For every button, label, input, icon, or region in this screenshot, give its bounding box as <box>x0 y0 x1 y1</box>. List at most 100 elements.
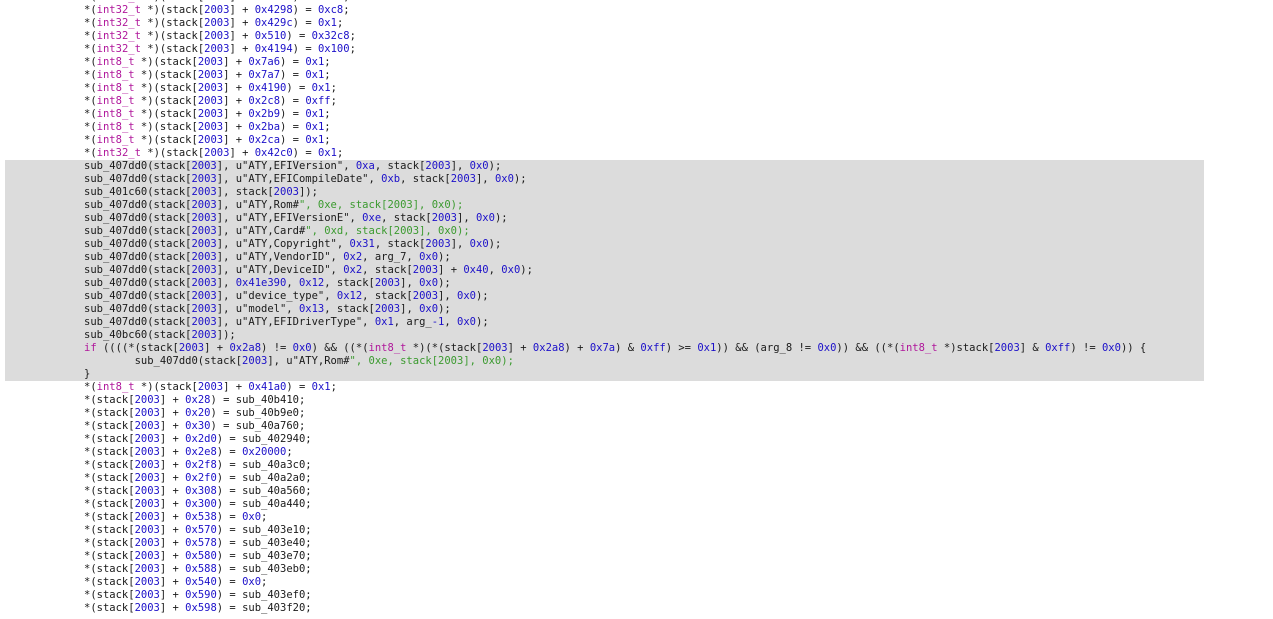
number-token: 2003 <box>204 0 229 3</box>
code-text: *)(stack[ <box>134 69 198 81</box>
code-line[interactable]: *(stack[2003] + 0x598) = sub_403f20; <box>0 602 1273 615</box>
code-line-selected[interactable]: sub_407dd0(stack[2003], u"ATY,VendorID",… <box>5 251 1204 264</box>
code-line[interactable]: *(int8_t *)(stack[2003] + 0x2c8) = 0xff; <box>0 95 1273 108</box>
code-line[interactable]: *(stack[2003] + 0x20) = sub_40b9e0; <box>0 407 1273 420</box>
code-text: ], stack[ <box>216 186 274 198</box>
code-line[interactable]: *(int8_t *)(stack[2003] + 0x4190) = 0x1; <box>0 82 1273 95</box>
code-text: ]); <box>298 186 318 198</box>
code-text: sub_407dd0(stack[ <box>84 303 192 315</box>
code-line-selected[interactable]: sub_407dd0(stack[2003], u"ATY,DeviceID",… <box>5 264 1204 277</box>
code-text: ) = <box>216 576 243 588</box>
code-line-selected[interactable]: sub_407dd0(stack[2003], u"ATY,EFICompile… <box>5 173 1204 186</box>
number-token: 2003 <box>191 199 217 211</box>
code-line[interactable]: *(stack[2003] + 0x2f0) = sub_40a2a0; <box>0 472 1273 485</box>
code-line-selected[interactable]: if ((((*(stack[2003] + 0x2a8) != 0x0) &&… <box>5 342 1204 355</box>
code-text: sub_40bc60(stack[ <box>84 329 192 341</box>
code-line-selected[interactable]: sub_407dd0(stack[2003], u"device_type", … <box>5 290 1204 303</box>
code-line[interactable]: *(stack[2003] + 0x580) = sub_403e70; <box>0 550 1273 563</box>
code-text: ], u"device_type", <box>216 290 337 302</box>
code-line[interactable]: *(stack[2003] + 0x538) = 0x0; <box>0 511 1273 524</box>
code-line[interactable]: *(int32_t *)(stack[2003] + 0x4194) = 0x1… <box>0 43 1273 56</box>
code-line-selected[interactable]: sub_407dd0(stack[2003], u"ATY,Rom#", 0xe… <box>5 199 1204 212</box>
number-token: 0x0 <box>242 511 262 523</box>
number-token: 0x1 <box>305 121 325 133</box>
code-text: sub_401c60(stack[ <box>84 186 192 198</box>
number-token: 0x578 <box>185 537 217 549</box>
code-line[interactable]: *(stack[2003] + 0x2d0) = sub_402940; <box>0 433 1273 446</box>
code-line-selected[interactable]: sub_401c60(stack[2003], stack[2003]); <box>5 186 1204 199</box>
code-line[interactable]: *(stack[2003] + 0x590) = sub_403ef0; <box>0 589 1273 602</box>
code-line[interactable]: *(stack[2003] + 0x588) = sub_403eb0; <box>0 563 1273 576</box>
code-text: *( <box>84 134 97 146</box>
code-line-selected[interactable]: sub_407dd0(stack[2003], u"ATY,Copyright"… <box>5 238 1204 251</box>
code-text: ); <box>488 238 502 250</box>
code-editor[interactable]: *(int32_t *)(stack[2003] + 0x4294) = 0xc… <box>0 0 1273 615</box>
code-line[interactable]: *(int32_t *)(stack[2003] + 0x429c) = 0x1… <box>0 17 1273 30</box>
code-line[interactable]: *(stack[2003] + 0x300) = sub_40a440; <box>0 498 1273 511</box>
number-token: 2003 <box>134 459 160 471</box>
code-line[interactable]: *(stack[2003] + 0x578) = sub_403e40; <box>0 537 1273 550</box>
code-line[interactable]: *(stack[2003] + 0x2f8) = sub_40a3c0; <box>0 459 1273 472</box>
code-line[interactable]: *(int8_t *)(stack[2003] + 0x7a7) = 0x1; <box>0 69 1273 82</box>
code-text: ] + <box>159 537 186 549</box>
code-text: ] + <box>223 121 249 133</box>
number-token: 0x1 <box>311 82 331 94</box>
code-text: *(stack[ <box>84 511 135 523</box>
number-token: 2003 <box>273 186 299 198</box>
code-text: ], u"ATY,EFIDriverType", <box>216 316 375 328</box>
number-token: 0x1 <box>317 17 337 29</box>
code-text: ; <box>330 381 337 393</box>
code-text: *( <box>84 4 97 16</box>
number-token: 0x2a8 <box>532 342 565 354</box>
code-text: ) = <box>216 511 243 523</box>
code-line-selected[interactable]: sub_407dd0(stack[2003], u"ATY,EFIDriverT… <box>5 316 1204 329</box>
code-line-selected[interactable]: sub_407dd0(stack[2003], u"ATY,Rom#", 0xe… <box>5 355 1204 368</box>
code-line-selected[interactable]: sub_407dd0(stack[2003], u"ATY,Card#", 0x… <box>5 225 1204 238</box>
code-line[interactable]: *(int32_t *)(stack[2003] + 0x4298) = 0xc… <box>0 4 1273 17</box>
type-token: int8_t <box>899 342 938 354</box>
code-line-selected[interactable]: sub_40bc60(stack[2003]); <box>5 329 1204 342</box>
code-line[interactable]: *(stack[2003] + 0x2e8) = 0x20000; <box>0 446 1273 459</box>
code-line-selected[interactable]: } <box>5 368 1204 381</box>
number-token: 0x2c8 <box>248 95 281 107</box>
code-line[interactable]: *(int32_t *)(stack[2003] + 0x42c0) = 0x1… <box>0 147 1273 160</box>
code-line[interactable]: *(int8_t *)(stack[2003] + 0x2ba) = 0x1; <box>0 121 1273 134</box>
number-token: 2003 <box>204 4 230 16</box>
number-token: 2003 <box>178 342 205 354</box>
code-line[interactable]: *(stack[2003] + 0x30) = sub_40a760; <box>0 420 1273 433</box>
code-text: *( <box>84 147 97 159</box>
code-text: *)(stack[ <box>140 30 205 42</box>
code-line[interactable]: *(stack[2003] + 0x28) = sub_40b410; <box>0 394 1273 407</box>
code-text: ((((*(stack[ <box>96 342 179 354</box>
code-text: ); <box>476 316 489 328</box>
number-token: 0x1 <box>305 108 325 120</box>
code-line-selected[interactable]: sub_407dd0(stack[2003], u"model", 0x13, … <box>5 303 1204 316</box>
code-text: } <box>84 368 91 380</box>
code-line[interactable]: *(stack[2003] + 0x540) = 0x0; <box>0 576 1273 589</box>
code-line-selected[interactable]: sub_407dd0(stack[2003], 0x41e390, 0x12, … <box>5 277 1204 290</box>
code-line-selected[interactable]: sub_407dd0(stack[2003], u"ATY,EFIVersion… <box>5 212 1204 225</box>
code-line[interactable]: *(int8_t *)(stack[2003] + 0x2ca) = 0x1; <box>0 134 1273 147</box>
code-line[interactable]: *(int8_t *)(stack[2003] + 0x41a0) = 0x1; <box>0 381 1273 394</box>
number-token: 0x590 <box>185 589 217 601</box>
code-line-selected[interactable]: sub_407dd0(stack[2003], u"ATY,EFIVersion… <box>5 160 1204 173</box>
code-line[interactable]: *(int8_t *)(stack[2003] + 0x7a6) = 0x1; <box>0 56 1273 69</box>
code-text: sub_407dd0(stack[ <box>84 173 192 185</box>
code-text: ] & <box>1019 342 1046 354</box>
code-text: ], <box>450 238 470 250</box>
code-text: *)(stack[ <box>140 4 205 16</box>
code-line[interactable]: *(int32_t *)(stack[2003] + 0x510) = 0x32… <box>0 30 1273 43</box>
code-line[interactable]: *(stack[2003] + 0x308) = sub_40a560; <box>0 485 1273 498</box>
number-token: 2003 <box>191 329 217 341</box>
code-text: *( <box>84 0 97 3</box>
number-token: 0x308 <box>185 485 217 497</box>
number-token: 0x2b9 <box>248 108 281 120</box>
code-text: )) && ((*( <box>836 342 900 354</box>
code-text: ] + <box>159 446 186 458</box>
code-text: ) + <box>564 342 590 354</box>
code-text: ) = <box>280 108 306 120</box>
code-line[interactable]: *(int8_t *)(stack[2003] + 0x2b9) = 0x1; <box>0 108 1273 121</box>
string-token: ", 0xe, stack[2003], 0x0); <box>349 355 514 367</box>
number-token: 2003 <box>134 589 160 601</box>
code-line[interactable]: *(stack[2003] + 0x570) = sub_403e10; <box>0 524 1273 537</box>
